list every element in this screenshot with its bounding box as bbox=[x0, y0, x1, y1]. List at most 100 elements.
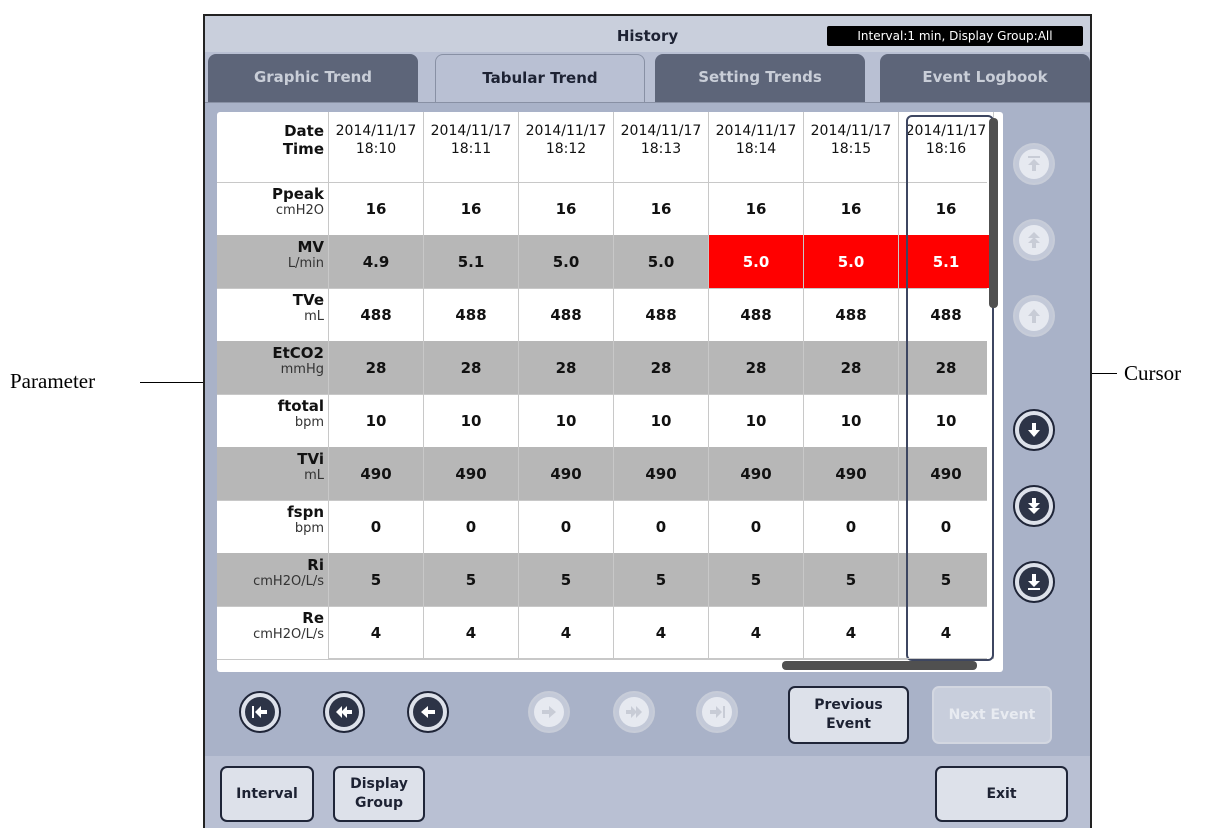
value-cell: 488 bbox=[329, 288, 424, 341]
tab-setting-trends[interactable]: Setting Trends bbox=[655, 54, 865, 102]
scroll-top-button[interactable] bbox=[1013, 143, 1055, 185]
parameter-cell: Re cmH2O/L/s bbox=[217, 606, 329, 659]
table-row-tvi: TVi mL 490 490 490 490 490 490 490 bbox=[217, 447, 994, 501]
previous-event-button[interactable]: Previous Event bbox=[788, 686, 909, 744]
value-cell: 16 bbox=[709, 182, 804, 235]
parameter-name: Re bbox=[302, 609, 324, 627]
down-icon bbox=[1019, 415, 1049, 445]
double-left-icon bbox=[329, 697, 359, 727]
right-icon bbox=[534, 697, 564, 727]
cursor[interactable] bbox=[906, 115, 994, 661]
parameter-unit: mL bbox=[304, 468, 324, 483]
value-cell: 5.0 bbox=[614, 235, 709, 288]
tab-graphic-trend[interactable]: Graphic Trend bbox=[208, 54, 418, 102]
header-column-6: 2014/11/17 18:15 bbox=[804, 112, 899, 182]
value-cell: 5 bbox=[804, 553, 899, 606]
interval-button[interactable]: Interval bbox=[220, 766, 314, 822]
table-row-ri: Ri cmH2O/L/s 5 5 5 5 5 5 5 bbox=[217, 553, 994, 607]
bottom-bar: Interval Display Group Exit bbox=[205, 756, 1090, 828]
header-param-cell: Date Time bbox=[217, 112, 329, 182]
left-button[interactable] bbox=[407, 691, 449, 733]
header-column-4: 2014/11/17 18:13 bbox=[614, 112, 709, 182]
page-left-button[interactable] bbox=[323, 691, 365, 733]
value-cell: 10 bbox=[709, 394, 804, 447]
history-window: History Interval:1 min, Display Group:Al… bbox=[203, 14, 1092, 828]
double-down-icon bbox=[1019, 491, 1049, 521]
left-icon bbox=[413, 697, 443, 727]
value-cell: 0 bbox=[424, 500, 519, 553]
tab-tabular-trend[interactable]: Tabular Trend bbox=[435, 54, 645, 106]
column-time: 18:10 bbox=[355, 141, 397, 157]
value-cell: 4 bbox=[424, 606, 519, 659]
table-row-tve: TVe mL 488 488 488 488 488 488 488 bbox=[217, 288, 994, 342]
column-time: 18:12 bbox=[545, 141, 587, 157]
value-cell: 10 bbox=[804, 394, 899, 447]
exit-button[interactable]: Exit bbox=[935, 766, 1068, 822]
header-column-1: 2014/11/17 18:10 bbox=[329, 112, 424, 182]
double-right-icon bbox=[619, 697, 649, 727]
up-icon bbox=[1019, 301, 1049, 331]
value-cell: 4 bbox=[804, 606, 899, 659]
parameter-cell: ftotal bpm bbox=[217, 394, 329, 447]
value-cell: 488 bbox=[804, 288, 899, 341]
parameter-unit: L/min bbox=[287, 256, 324, 271]
table-row-mv: MV L/min 4.9 5.1 5.0 5.0 5.0 5.0 5.1 bbox=[217, 235, 994, 289]
table-row-ftotal: ftotal bpm 10 10 10 10 10 10 10 bbox=[217, 394, 994, 448]
parameter-unit: cmH2O bbox=[275, 203, 324, 218]
value-cell: 28 bbox=[804, 341, 899, 394]
value-cell: 490 bbox=[424, 447, 519, 500]
scroll-bottom-button[interactable] bbox=[1013, 561, 1055, 603]
value-cell: 490 bbox=[329, 447, 424, 500]
tab-event-logbook[interactable]: Event Logbook bbox=[880, 54, 1090, 102]
value-cell: 28 bbox=[614, 341, 709, 394]
header-date-label: Date bbox=[284, 122, 324, 140]
value-cell: 0 bbox=[329, 500, 424, 553]
annotation-parameter: Parameter bbox=[10, 369, 96, 393]
horizontal-scrollbar[interactable] bbox=[782, 661, 977, 670]
parameter-unit: cmH2O/L/s bbox=[253, 627, 324, 642]
parameter-cell: fspn bpm bbox=[217, 500, 329, 553]
value-cell: 10 bbox=[614, 394, 709, 447]
parameter-cell: Ri cmH2O/L/s bbox=[217, 553, 329, 606]
down-bar-icon bbox=[1019, 567, 1049, 597]
value-cell: 28 bbox=[709, 341, 804, 394]
header-column-2: 2014/11/17 18:11 bbox=[424, 112, 519, 182]
first-page-button[interactable] bbox=[239, 691, 281, 733]
table-row-fspn: fspn bpm 0 0 0 0 0 0 0 bbox=[217, 500, 994, 554]
value-cell: 4 bbox=[519, 606, 614, 659]
page-down-button[interactable] bbox=[1013, 485, 1055, 527]
value-cell: 16 bbox=[519, 182, 614, 235]
next-event-button[interactable]: Next Event bbox=[932, 686, 1052, 744]
value-cell: 5 bbox=[709, 553, 804, 606]
vertical-scrollbar[interactable] bbox=[989, 118, 998, 308]
page-right-button[interactable] bbox=[613, 691, 655, 733]
value-cell: 28 bbox=[519, 341, 614, 394]
value-cell: 16 bbox=[424, 182, 519, 235]
value-cell: 5.1 bbox=[424, 235, 519, 288]
parameter-name: fspn bbox=[287, 503, 324, 521]
value-cell: 4.9 bbox=[329, 235, 424, 288]
value-cell: 10 bbox=[519, 394, 614, 447]
value-cell: 16 bbox=[329, 182, 424, 235]
value-cell: 4 bbox=[709, 606, 804, 659]
value-cell: 10 bbox=[424, 394, 519, 447]
page-up-button[interactable] bbox=[1013, 219, 1055, 261]
annotation-cursor: Cursor bbox=[1124, 361, 1182, 385]
display-group-button[interactable]: Display Group bbox=[333, 766, 425, 822]
column-time: 18:13 bbox=[640, 141, 682, 157]
double-up-icon bbox=[1019, 225, 1049, 255]
column-date: 2014/11/17 bbox=[335, 123, 417, 139]
value-cell: 0 bbox=[614, 500, 709, 553]
table-row-ppeak: Ppeak cmH2O 16 16 16 16 16 16 16 bbox=[217, 182, 994, 236]
trend-table: Date Time 2014/11/17 18:10 2014/11/17 18:11… bbox=[217, 112, 1003, 672]
right-bar-icon bbox=[702, 697, 732, 727]
right-button[interactable] bbox=[528, 691, 570, 733]
value-cell: 5 bbox=[519, 553, 614, 606]
value-cell: 490 bbox=[614, 447, 709, 500]
value-cell: 5 bbox=[614, 553, 709, 606]
table-row-etco2: EtCO2 mmHg 28 28 28 28 28 28 28 bbox=[217, 341, 994, 395]
value-cell: 490 bbox=[804, 447, 899, 500]
line-down-button[interactable] bbox=[1013, 409, 1055, 451]
last-page-button[interactable] bbox=[696, 691, 738, 733]
line-up-button[interactable] bbox=[1013, 295, 1055, 337]
